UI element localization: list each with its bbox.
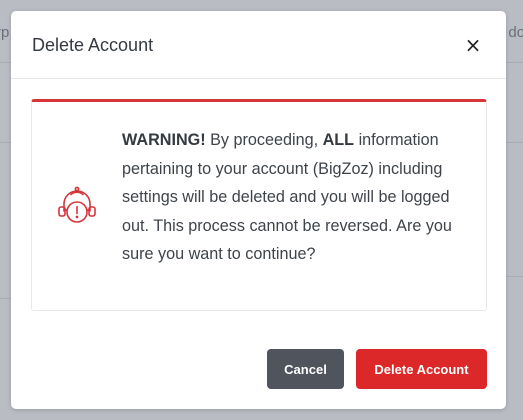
delete-account-modal: Delete Account × WARNING! By proceeding,… (11, 11, 506, 409)
modal-header: Delete Account × (11, 11, 506, 79)
alert-robot-icon (58, 186, 96, 223)
modal-title: Delete Account (32, 35, 154, 55)
warning-lead: WARNING! (122, 131, 206, 149)
background-text-left: rp (0, 24, 10, 41)
modal-footer: Cancel Delete Account (11, 331, 506, 409)
background-text-right: do (508, 24, 523, 41)
warning-text-part: information pertaining to your account (… (122, 131, 452, 264)
background-divider (506, 62, 523, 63)
cancel-button[interactable]: Cancel (267, 349, 344, 389)
background-divider (506, 142, 523, 143)
warning-message: WARNING! By proceeding, ALL information … (122, 126, 472, 269)
background-divider (506, 276, 523, 277)
warning-box: WARNING! By proceeding, ALL information … (31, 99, 487, 311)
warning-emphasis: ALL (322, 131, 355, 149)
close-button[interactable]: × (462, 34, 484, 56)
delete-account-button[interactable]: Delete Account (356, 349, 487, 389)
warning-text-part: By proceeding, (205, 131, 323, 149)
